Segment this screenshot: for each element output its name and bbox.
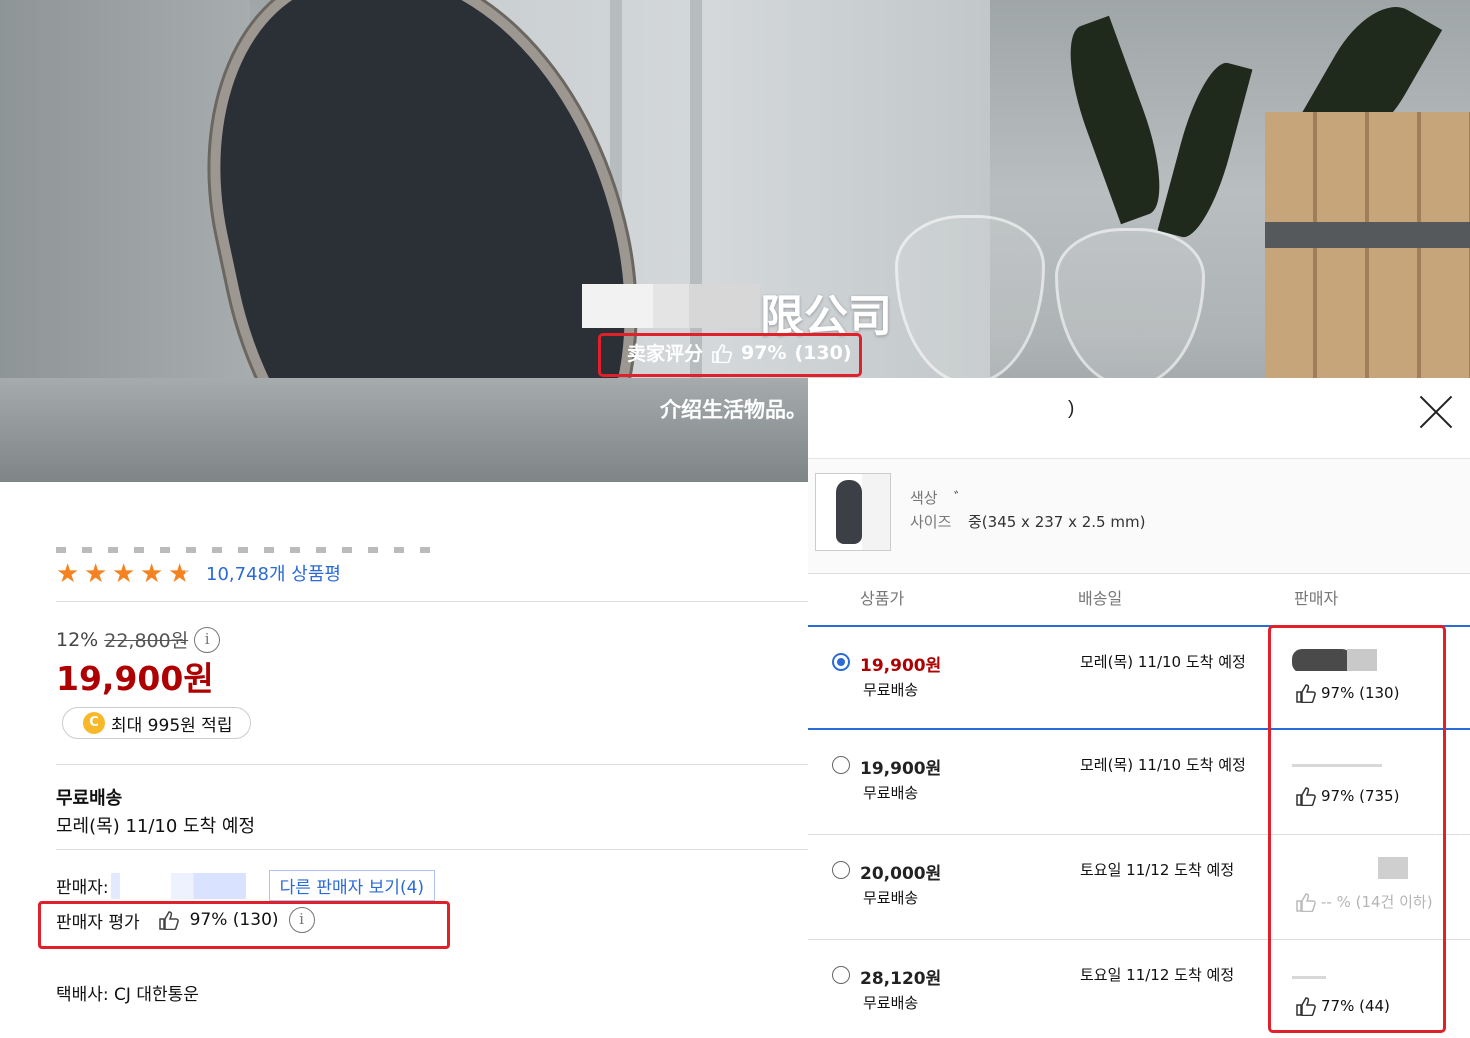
shop-name-redacted — [582, 284, 760, 328]
option-size-label: 사이즈 — [910, 513, 952, 531]
seller-rating-label: 판매자 평가 — [56, 912, 140, 933]
product-thumbnail — [815, 473, 891, 551]
seller-column-highlight — [1268, 625, 1446, 1033]
offer-price: 19,900원 — [860, 656, 942, 676]
original-price: 22,800원 — [104, 630, 189, 652]
wine-glass-image — [1055, 228, 1205, 388]
radio-icon[interactable] — [832, 756, 850, 774]
offer-shipping: 무료배송 — [863, 994, 919, 1012]
radio-icon[interactable] — [832, 653, 850, 671]
reward-points-text: 최대 995원 적립 — [111, 715, 233, 736]
star-icon: ★ — [140, 558, 164, 588]
seller-score-value: 97% — [741, 341, 787, 364]
offer-delivery-date: 토요일 11/12 도착 예정 — [1080, 861, 1235, 879]
offer-shipping: 무료배송 — [863, 784, 919, 802]
offer-price: 20,000원 — [860, 864, 942, 884]
option-size-value: 중(345 x 237 x 2.5 mm) — [968, 513, 1146, 531]
column-header-delivery: 배송일 — [1078, 589, 1123, 608]
offer-delivery-date: 모레(목) 11/10 도착 예정 — [1080, 756, 1246, 774]
popup-header: ) — [808, 378, 1470, 458]
product-title-clipped — [56, 547, 436, 553]
rating-stars[interactable]: ★ ★ ★ ★ ★ 10,748개 상품평 — [56, 560, 341, 586]
seller-name-redacted[interactable] — [110, 872, 261, 899]
star-icon: ★ — [56, 558, 80, 588]
selected-product-summary: 색상 ﾞ 사이즈 중(345 x 237 x 2.5 mm) — [808, 458, 1470, 574]
offer-delivery-date: 토요일 11/12 도착 예정 — [1080, 966, 1235, 984]
column-header-price: 상품가 — [860, 589, 905, 608]
divider — [56, 764, 808, 765]
radio-icon[interactable] — [832, 861, 850, 879]
offer-price: 19,900원 — [860, 759, 942, 779]
seller-score-label: 卖家评分 — [627, 343, 704, 365]
wooden-box-image — [1265, 112, 1470, 412]
seller-rating-value: 97% (130) — [189, 910, 279, 930]
courier-info: 택배사: CJ 대한통운 — [56, 985, 199, 1005]
discount-row: 12% 22,800원 i — [56, 626, 221, 653]
reward-points-badge: C 최대 995원 적립 — [62, 707, 252, 739]
divider — [56, 849, 808, 850]
close-icon[interactable] — [1416, 392, 1456, 432]
seller-row: 판매자: 다른 판매자 보기(4) — [56, 870, 436, 901]
option-color-value: ﾞ — [954, 489, 962, 507]
plant-image — [1157, 56, 1253, 244]
seller-rating: 판매자 평가 97% (130) i — [56, 907, 315, 933]
star-half-icon: ★ — [168, 560, 196, 586]
info-icon[interactable]: i — [288, 907, 315, 933]
radio-icon[interactable] — [832, 966, 850, 984]
option-color-label: 색상 — [910, 489, 938, 507]
star-icon: ★ — [112, 558, 136, 588]
thumbs-up-icon — [158, 911, 179, 930]
offer-delivery-date: 모레(목) 11/10 도착 예정 — [1080, 653, 1246, 671]
column-header-seller: 판매자 — [1294, 589, 1339, 608]
plant-image — [1052, 15, 1178, 225]
divider — [56, 601, 808, 602]
offer-price: 28,120원 — [860, 969, 942, 989]
seller-score: 卖家评分 97% (130) — [627, 339, 852, 366]
offer-shipping: 무료배송 — [863, 681, 919, 699]
seller-label: 판매자: — [56, 878, 109, 898]
shipping-title: 무료배송 — [56, 788, 123, 809]
thumbs-up-icon — [712, 343, 732, 363]
other-sellers-button[interactable]: 다른 판매자 보기(4) — [268, 870, 436, 901]
review-count-link[interactable]: 10,748개 상품평 — [206, 560, 341, 586]
shipping-date: 모레(목) 11/10 도착 예정 — [56, 816, 256, 837]
product-info-panel: ★ ★ ★ ★ ★ 10,748개 상품평 12% 22,800원 i 19,9… — [0, 482, 808, 1038]
popup-title: ) — [1068, 398, 1075, 419]
seller-score-count: (130) — [794, 341, 852, 364]
shop-intro: 介绍生活物品。 — [660, 398, 807, 422]
coin-icon: C — [83, 712, 105, 734]
star-icon: ★ — [84, 558, 108, 588]
info-icon[interactable]: i — [194, 626, 221, 653]
offer-shipping: 무료배송 — [863, 889, 919, 907]
sale-price: 19,900원 — [56, 659, 214, 698]
discount-rate: 12% — [56, 628, 99, 651]
